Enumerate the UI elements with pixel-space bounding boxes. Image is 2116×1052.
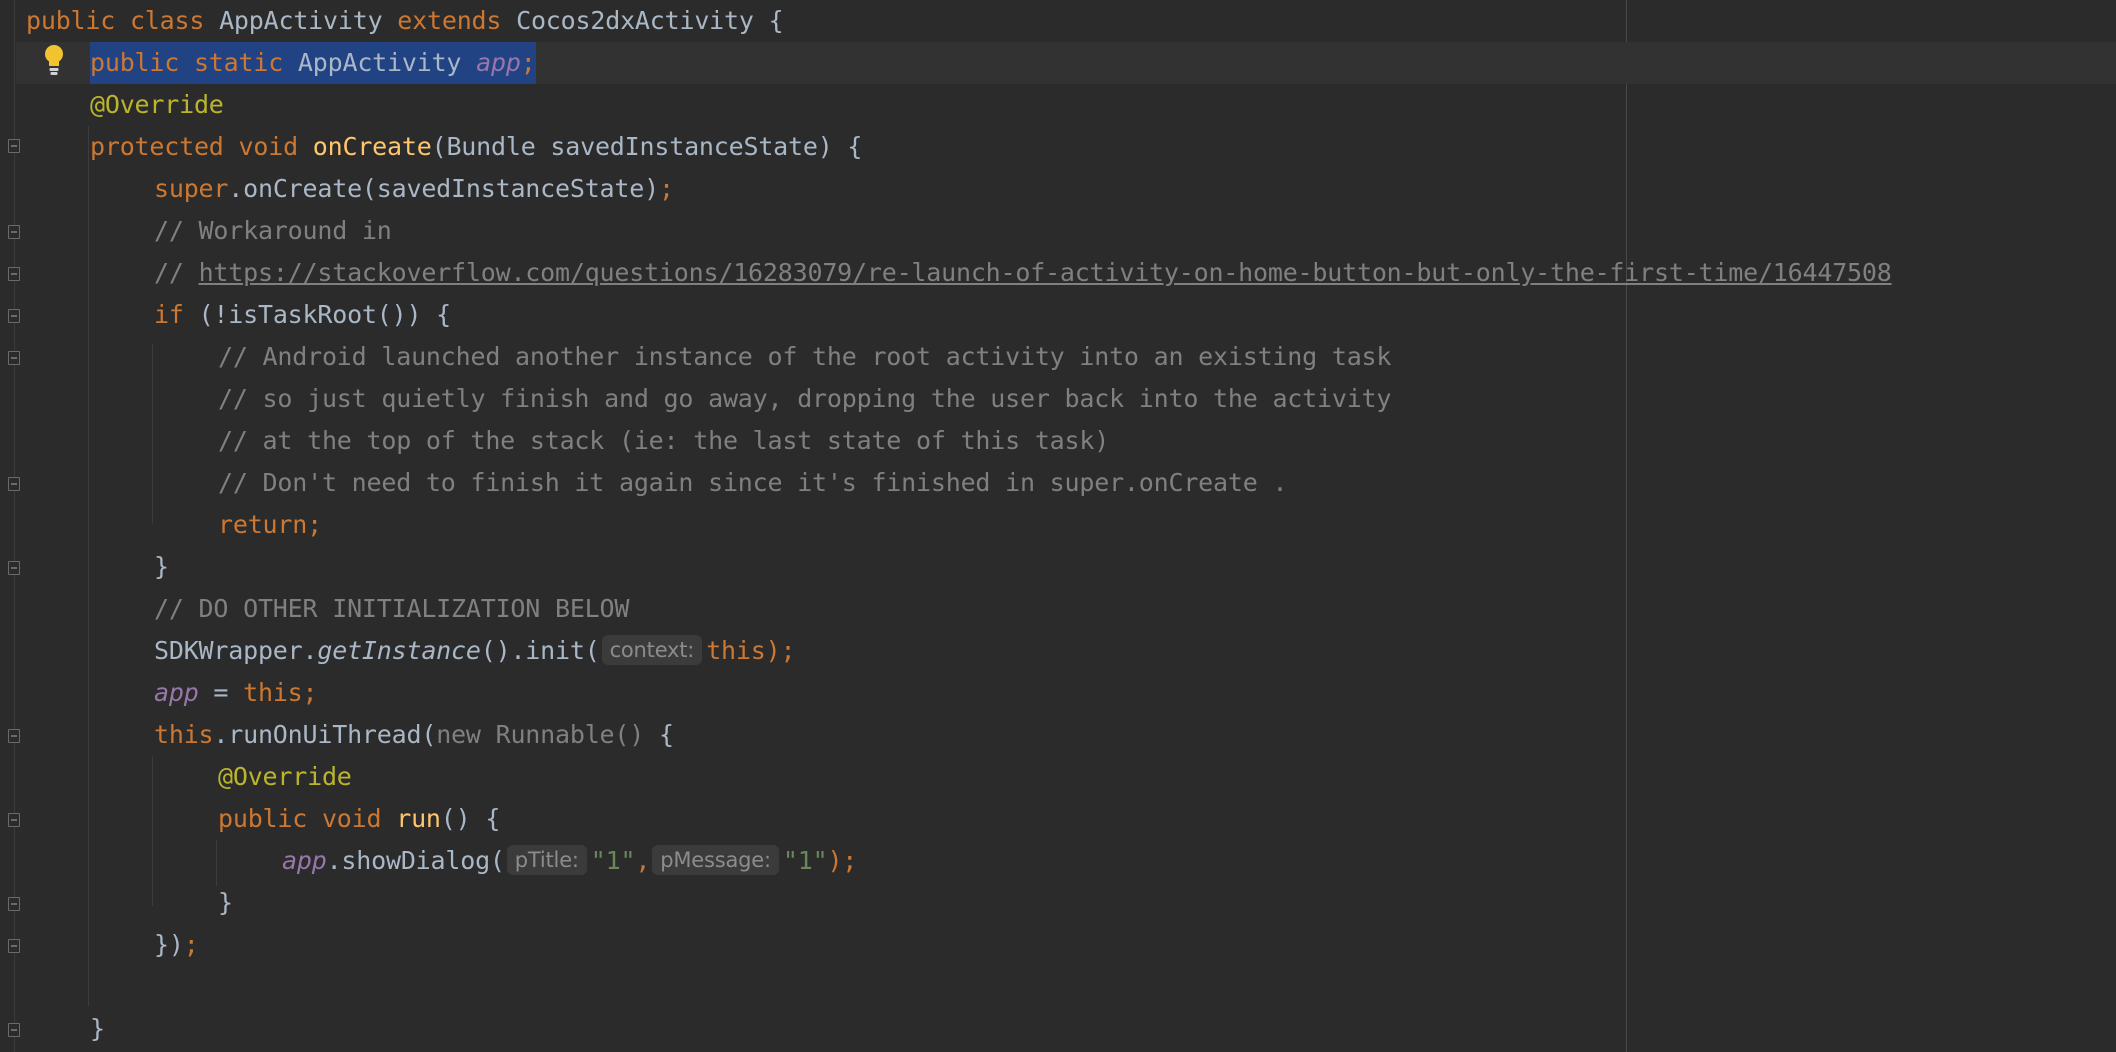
superclass-token: Cocos2dxActivity { <box>516 6 784 35</box>
code-line[interactable]: // so just quietly finish and go away, d… <box>0 378 1391 420</box>
code-line[interactable]: // Don't need to finish it again since i… <box>0 462 1287 504</box>
code-line[interactable]: @Override <box>0 756 352 798</box>
code-line[interactable]: } <box>0 546 169 588</box>
comment-token: // Workaround in <box>154 216 392 245</box>
type-token: Runnable() <box>495 720 659 749</box>
method-name-token: onCreate <box>312 132 432 161</box>
field-token: app <box>476 48 521 77</box>
code-line[interactable]: public void run() { <box>0 798 500 840</box>
parameter-hint: pTitle: <box>506 845 587 875</box>
code-line[interactable]: return; <box>0 504 322 546</box>
comment-token: // <box>154 258 199 287</box>
call-token: ().init( <box>480 636 600 665</box>
keyword-token: new <box>436 720 496 749</box>
string-token: "1" <box>590 846 636 875</box>
code-line[interactable]: super.onCreate(savedInstanceState); <box>0 168 674 210</box>
punctuation-token: ); <box>765 636 796 665</box>
keyword-token: public class <box>26 6 220 35</box>
keyword-token: public static <box>90 48 298 77</box>
punctuation-token: ); <box>827 846 858 875</box>
keyword-token: this <box>706 636 766 665</box>
static-method-token: getInstance <box>317 636 481 665</box>
indent-guide <box>152 344 153 524</box>
punctuation-token: ; <box>302 678 318 707</box>
call-token: .onCreate(savedInstanceState) <box>228 174 659 203</box>
comment-token: // Android launched another instance of … <box>218 342 1392 371</box>
type-token: AppActivity <box>297 48 477 77</box>
string-token: "1" <box>782 846 828 875</box>
class-name-token: AppActivity <box>219 6 398 35</box>
indent-guide <box>88 126 89 1006</box>
code-editor[interactable]: public class AppActivity extends Cocos2d… <box>0 0 2116 1052</box>
keyword-token: this <box>243 678 303 707</box>
code-line[interactable]: } <box>0 1008 105 1050</box>
code-line[interactable]: } <box>0 882 233 924</box>
params-token: (Bundle savedInstanceState) { <box>431 132 863 161</box>
code-line[interactable]: @Override <box>0 84 224 126</box>
keyword-token: if <box>154 300 199 329</box>
keyword-token: public void <box>218 804 397 833</box>
brace-token: } <box>90 1014 105 1043</box>
field-token: app <box>154 678 199 707</box>
annotation-token: @Override <box>218 762 352 791</box>
code-line[interactable]: // https://stackoverflow.com/questions/1… <box>0 252 1892 294</box>
code-line[interactable]: protected void onCreate(Bundle savedInst… <box>0 126 862 168</box>
comment-token: // Don't need to finish it again since i… <box>218 468 1288 497</box>
comment-token: // so just quietly finish and go away, d… <box>218 384 1392 413</box>
keyword-token: super <box>154 174 229 203</box>
keyword-token: protected void <box>90 132 313 161</box>
code-line[interactable]: app.showDialog(pTitle: "1", pMessage: "1"); <box>0 840 857 882</box>
params-token: () { <box>440 804 501 833</box>
indent-guide <box>216 840 217 886</box>
method-name-token: run <box>396 804 441 833</box>
code-line[interactable]: public class AppActivity extends Cocos2d… <box>0 0 784 42</box>
field-token: app <box>282 846 327 875</box>
brace-token: } <box>218 888 233 917</box>
class-ref-token: SDKWrapper. <box>154 636 318 665</box>
punctuation-token: ; <box>183 930 199 959</box>
keyword-token: this <box>154 720 214 749</box>
punctuation-token: , <box>635 846 651 875</box>
code-line[interactable]: this.runOnUiThread(new Runnable() { <box>0 714 674 756</box>
brace-token: }) <box>154 930 184 959</box>
code-line[interactable]: SDKWrapper.getInstance().init(context: th… <box>0 630 796 672</box>
comment-token: // at the top of the stack (ie: the last… <box>218 426 1110 455</box>
condition-token: (!isTaskRoot()) { <box>198 300 452 329</box>
keyword-token: extends <box>397 6 517 35</box>
code-line[interactable]: app = this; <box>0 672 318 714</box>
call-token: .runOnUiThread( <box>213 720 437 749</box>
right-margin-guide <box>1626 0 1627 1052</box>
annotation-token: @Override <box>90 90 224 119</box>
code-line[interactable]: // Workaround in <box>0 210 392 252</box>
call-token: .showDialog( <box>326 846 505 875</box>
code-line[interactable]: if (!isTaskRoot()) { <box>0 294 451 336</box>
brace-token: } <box>154 552 169 581</box>
indent-guide <box>152 756 153 906</box>
code-line[interactable]: // DO OTHER INITIALIZATION BELOW <box>0 588 629 630</box>
comment-link[interactable]: https://stackoverflow.com/questions/1628… <box>199 258 1892 287</box>
comment-token: // DO OTHER INITIALIZATION BELOW <box>154 594 630 623</box>
brace-token: { <box>658 720 674 749</box>
code-line[interactable]: // Android launched another instance of … <box>0 336 1391 378</box>
punctuation-token: ; <box>520 48 536 77</box>
operator-token: = <box>198 678 244 707</box>
parameter-hint: pMessage: <box>652 845 779 875</box>
code-line[interactable]: }); <box>0 924 199 966</box>
keyword-token: return; <box>218 510 322 539</box>
parameter-hint: context: <box>601 635 703 665</box>
punctuation-token: ; <box>658 174 674 203</box>
code-line-selected[interactable]: public static AppActivity app; <box>0 42 536 84</box>
code-line[interactable]: // at the top of the stack (ie: the last… <box>0 420 1109 462</box>
